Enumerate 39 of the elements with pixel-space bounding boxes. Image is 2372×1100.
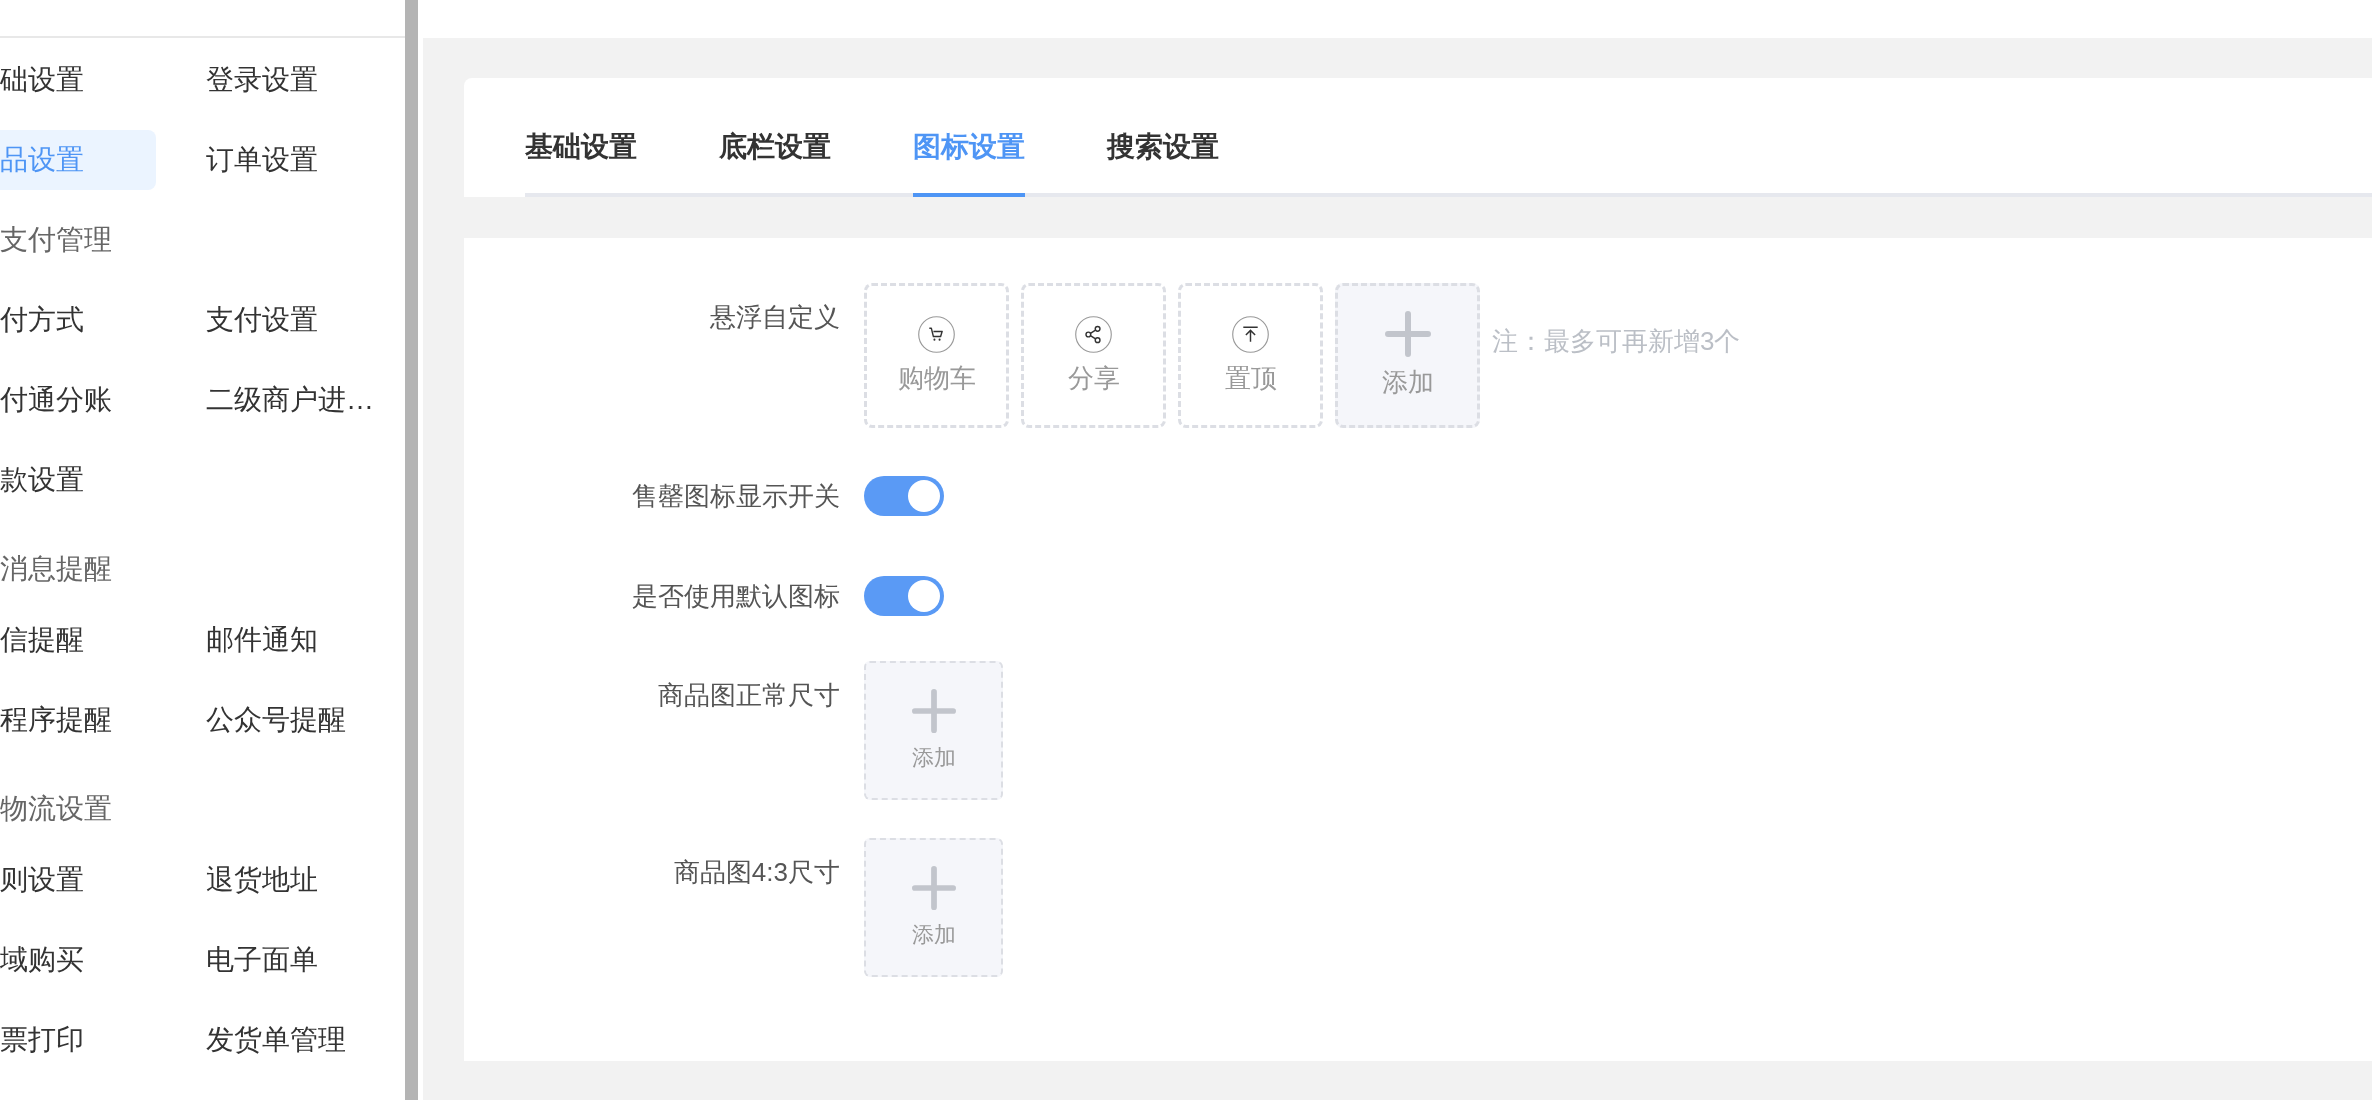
cart-icon	[918, 315, 955, 353]
share-icon	[1075, 315, 1112, 353]
plus-icon	[911, 688, 956, 733]
plus-icon	[1384, 311, 1431, 357]
tab[interactable]: 基础设置	[525, 128, 637, 197]
sidebar-item[interactable]: 款设置	[0, 450, 84, 510]
sidebar-group-title: 消息提醒	[0, 552, 113, 586]
sidebar-item[interactable]: 登录设置	[206, 50, 318, 110]
sidebar-item[interactable]: 订单设置	[206, 130, 318, 190]
form-label: 售罄图标显示开关	[631, 480, 840, 513]
arrow-up-icon	[1232, 315, 1269, 353]
plus-icon	[911, 865, 956, 910]
sidebar-item[interactable]: 付方式	[0, 290, 84, 350]
hint-text: 注：最多可再新增3个	[1492, 325, 1741, 358]
sidebar-item[interactable]: 退货地址	[206, 850, 318, 910]
sidebar-item[interactable]: 付通分账	[0, 370, 112, 430]
sidebar-item[interactable]: 支付设置	[206, 290, 318, 350]
sidebar-item[interactable]: 域购买	[0, 930, 84, 990]
form-label: 商品图4:3尺寸	[672, 856, 840, 889]
sidebar-item[interactable]: 则设置	[0, 850, 84, 910]
form-label: 是否使用默认图标	[631, 580, 840, 613]
sidebar-group-title: 物流设置	[0, 792, 113, 826]
sidebar-item[interactable]: 电子面单	[206, 930, 318, 990]
toggle-switch[interactable]	[864, 476, 944, 516]
sidebar-item[interactable]: 信提醒	[0, 610, 84, 670]
sidebar-item[interactable]: 程序提醒	[0, 690, 112, 750]
form-label: 悬浮自定义	[709, 301, 840, 334]
sidebar-item[interactable]: 础设置	[0, 50, 84, 110]
scrollbar[interactable]	[405, 0, 418, 1100]
form-label: 商品图正常尺寸	[657, 679, 840, 712]
sidebar-item[interactable]: 二级商户进…	[206, 370, 374, 430]
tab[interactable]: 底栏设置	[719, 128, 831, 197]
sidebar-item[interactable]: 邮件通知	[206, 610, 318, 670]
sidebar-item[interactable]: 票打印	[0, 1010, 84, 1070]
sidebar-item[interactable]: 发货单管理	[206, 1010, 346, 1070]
tab[interactable]: 搜索设置	[1107, 128, 1219, 197]
sidebar-item[interactable]: 公众号提醒	[206, 690, 346, 750]
sidebar-group-title: 支付管理	[0, 223, 113, 257]
toggle-switch[interactable]	[864, 576, 944, 616]
